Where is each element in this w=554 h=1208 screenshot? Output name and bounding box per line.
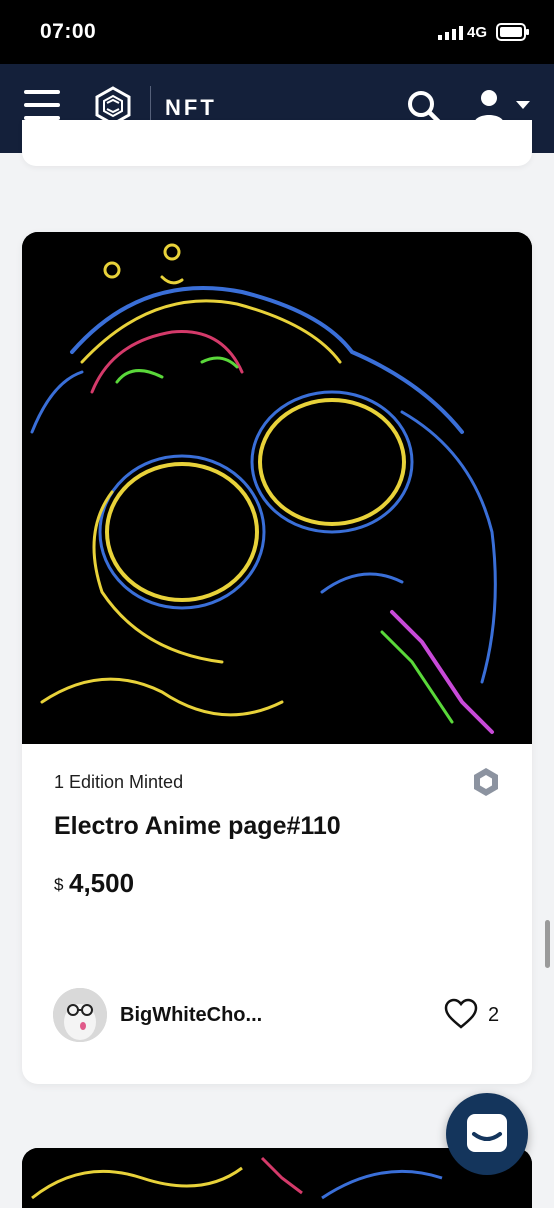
- status-bar: 07:00 4G: [0, 0, 554, 64]
- like-count: 2: [488, 1004, 500, 1026]
- status-time: 07:00: [40, 20, 97, 43]
- dog-avatar-image: [53, 988, 107, 1042]
- price-currency: $: [54, 875, 64, 894]
- caret-down-icon[interactable]: [516, 101, 530, 109]
- hexagon-icon: [474, 768, 498, 796]
- creator-avatar[interactable]: [53, 988, 107, 1042]
- scrollbar-thumb[interactable]: [545, 920, 550, 968]
- nft-title[interactable]: Electro Anime page#110: [54, 812, 341, 841]
- heart-icon[interactable]: [444, 998, 478, 1030]
- signal-icon: [438, 26, 463, 40]
- battery-icon: [496, 23, 529, 41]
- price-value: 4,500: [69, 868, 135, 898]
- nft-brand-label[interactable]: NFT: [165, 95, 217, 121]
- chat-icon: [467, 1114, 507, 1152]
- nft-artwork[interactable]: [22, 232, 532, 744]
- previous-card[interactable]: [22, 120, 532, 166]
- edition-label: 1 Edition Minted: [54, 772, 184, 792]
- chat-button[interactable]: [446, 1093, 528, 1175]
- menu-icon[interactable]: [24, 88, 60, 122]
- nav-divider: [150, 86, 151, 124]
- creator-name[interactable]: BigWhiteCho...: [120, 1004, 262, 1027]
- nft-listing-card[interactable]: 1 Edition Minted Electro Anime page#110 …: [22, 232, 532, 1084]
- network-type: 4G: [467, 24, 488, 41]
